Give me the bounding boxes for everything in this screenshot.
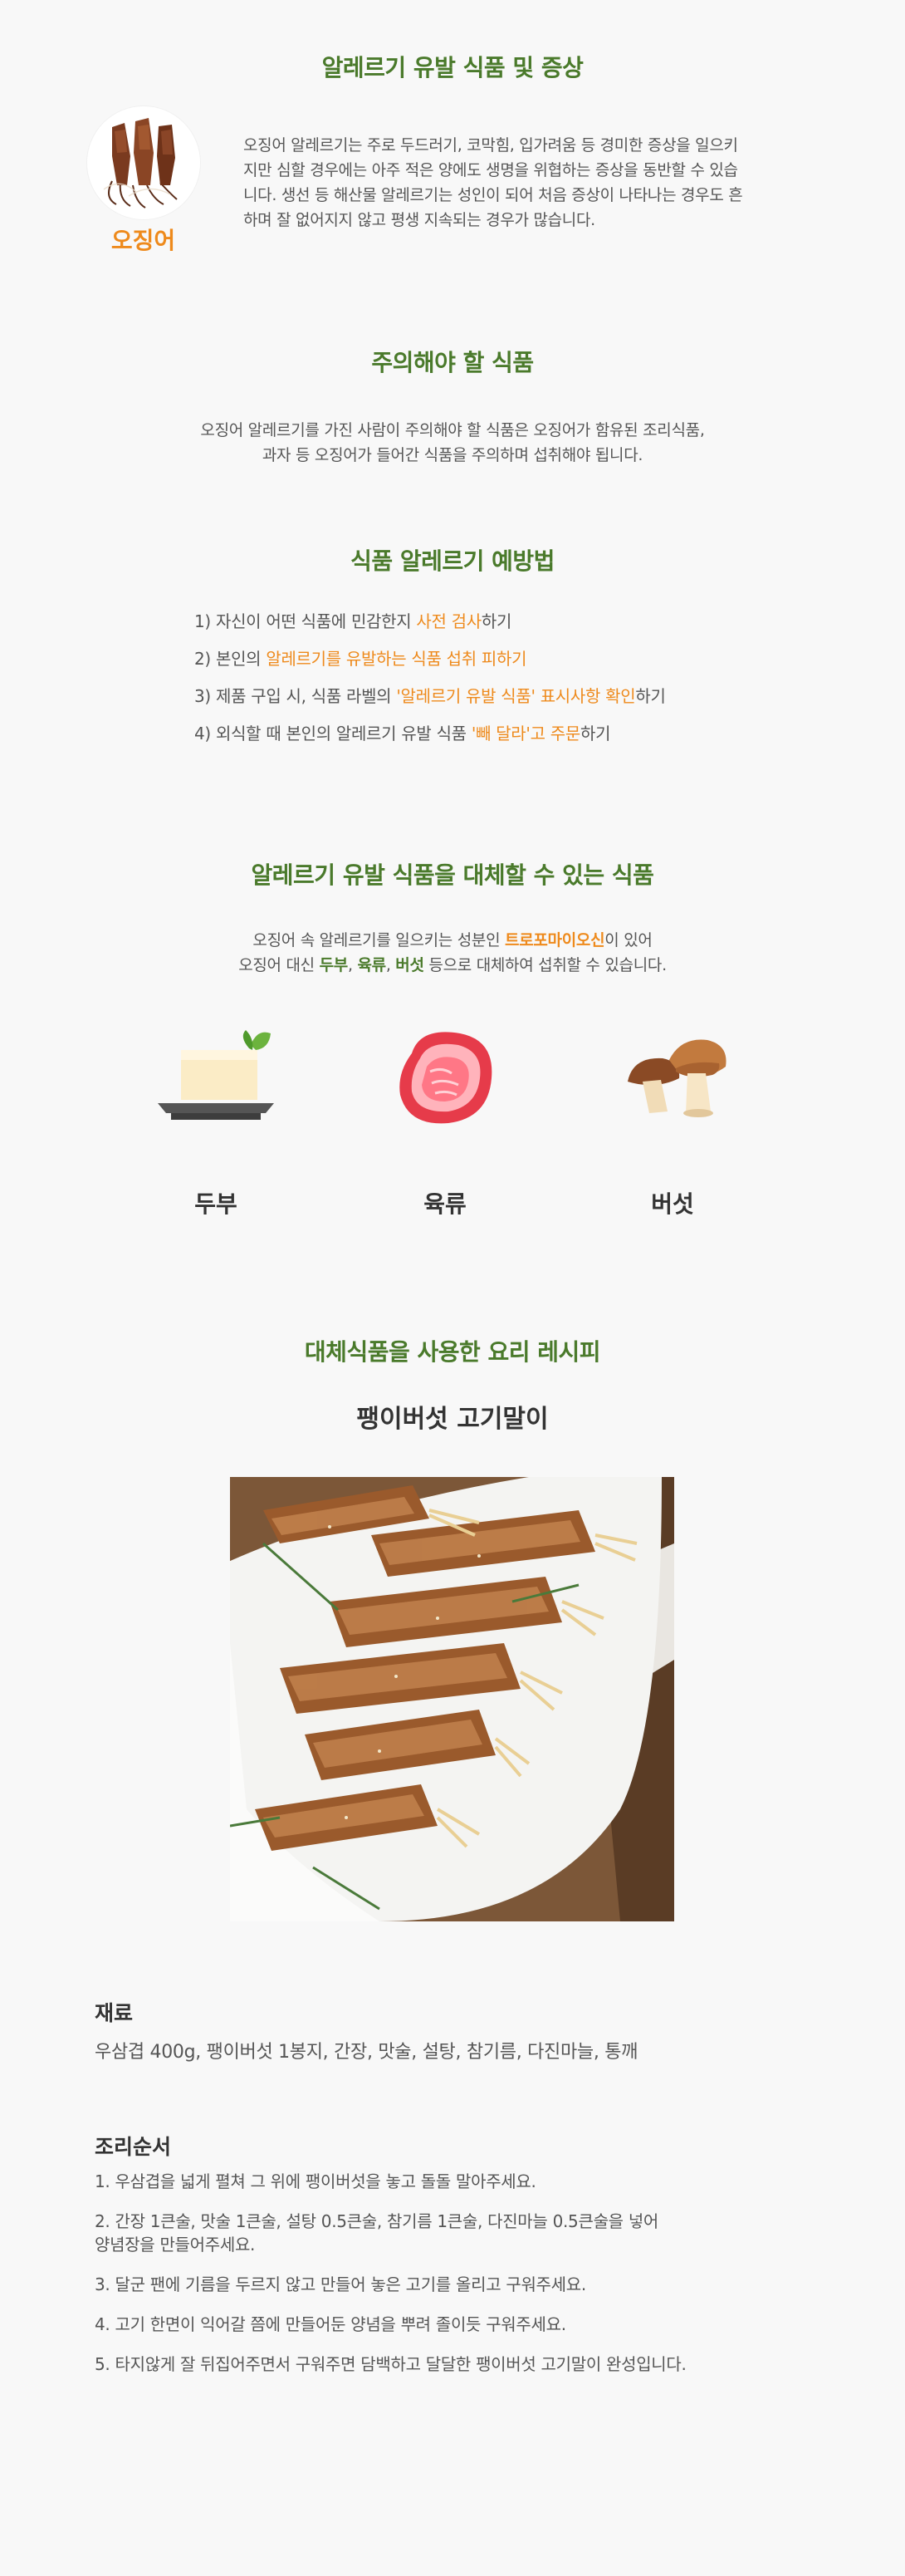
section-title-caution-foods: 주의해야 할 식품 [371,349,534,376]
ingredients-list: 우삼겹 400g, 팽이버섯 1봉지, 간장, 맛술, 설탕, 참기름, 다진마… [95,2042,638,2063]
list-item: 5. 타지않게 잘 뒤집어주면서 구워주면 담백하고 달달한 팽이버섯 고기말이… [95,2354,687,2374]
description-line: 하며 잘 없어지지 않고 평생 지속되는 경우가 많습니다. [243,211,595,229]
substitute-line: 오징어 속 알레르기를 일으키는 성분인 트로포마이오신이 있어 [252,931,653,949]
squid-badge: 오징어 [83,106,203,256]
caution-foods-text: 오징어 알레르기를 가진 사람이 주의해야 할 식품은 오징어가 함유된 조리식… [0,418,905,468]
allergy-description: 오징어 알레르기는 주로 두드러기, 코막힘, 입가려움 등 경미한 증상을 일… [243,133,824,233]
section-title-allergy-symptoms: 알레르기 유발 식품 및 증상 [321,54,584,81]
section-title-recipe: 대체식품을 사용한 요리 레시피 [304,1338,601,1366]
caution-line: 오징어 알레르기를 가진 사람이 주의해야 할 식품은 오징어가 함유된 조리식… [200,421,705,439]
list-item: 1. 우삼겹을 넓게 펼쳐 그 위에 팽이버섯을 놓고 돌돌 말아주세요. [95,2171,536,2191]
food-tofu: 두부 [133,1020,299,1219]
meat-icon [362,1020,528,1153]
squid-illustration [86,106,200,219]
recipe-name: 팽이버섯 고기말이 [356,1405,549,1434]
steps-list: 1. 우삼겹을 넓게 펼쳐 그 위에 팽이버섯을 놓고 돌돌 말아주세요. 2.… [95,2170,784,2392]
list-item: 4. 고기 한면이 익어갈 쯤에 만들어둔 양념을 뿌려 졸이듯 구워주세요. [95,2314,566,2334]
recipe-photo [230,1477,674,1921]
description-line: 니다. 생선 등 해산물 알레르기는 성인이 되어 처음 증상이 나타나는 경우… [243,186,743,204]
tofu-icon [133,1020,299,1153]
list-item: 4) 외식할 때 본인의 알레르기 유발 식품 '빼 달라'고 주문하기 [194,724,611,743]
description-line: 지만 심할 경우에는 아주 적은 양에도 생명을 위협하는 증상을 동반할 수 … [243,161,738,179]
list-item: 2. 간장 1큰술, 맛술 1큰술, 설탕 0.5큰술, 참기름 1큰술, 다진… [95,2211,659,2231]
steps-heading: 조리순서 [95,2135,172,2159]
page: 알레르기 유발 식품 및 증상 오징어 오징어 알레르기는 주로 두드러기, 코… [0,0,905,2576]
list-item: 3. 달군 팬에 기름을 두르지 않고 만들어 놓은 고기를 올리고 구워주세요… [95,2274,586,2294]
list-item: 1) 자신이 어떤 식품에 민감한지 사전 검사하기 [194,611,512,631]
ingredients-heading: 재료 [95,2001,134,2025]
list-item: 3) 제품 구입 시, 식품 라벨의 '알레르기 유발 식품' 표시사항 확인하… [194,686,666,706]
description-line: 오징어 알레르기는 주로 두드러기, 코막힘, 입가려움 등 경미한 증상을 일… [243,136,738,155]
substitute-line: 오징어 대신 두부, 육류, 버섯 등으로 대체하여 섭취할 수 있습니다. [238,956,667,974]
prevention-list: 1) 자신이 어떤 식품에 민감한지 사전 검사하기 2) 본인의 알레르기를 … [194,609,775,758]
list-item: 양념장을 만들어주세요. [95,2235,256,2255]
allergen-label: 오징어 [110,227,176,254]
food-mushroom: 버섯 [589,1020,756,1219]
food-label: 육류 [423,1190,467,1218]
food-label: 두부 [194,1190,237,1218]
food-label: 버섯 [651,1190,694,1218]
section-title-substitutes: 알레르기 유발 식품을 대체할 수 있는 식품 [251,861,654,889]
substitute-text: 오징어 속 알레르기를 일으키는 성분인 트로포마이오신이 있어 오징어 대신 … [0,928,905,978]
section-title-prevention: 식품 알레르기 예방법 [350,547,555,575]
list-item: 2) 본인의 알레르기를 유발하는 식품 섭취 피하기 [194,649,527,669]
food-meat: 육류 [362,1020,528,1219]
caution-line: 과자 등 오징어가 들어간 식품을 주의하며 섭취해야 됩니다. [262,446,643,464]
mushroom-icon [589,1020,756,1153]
